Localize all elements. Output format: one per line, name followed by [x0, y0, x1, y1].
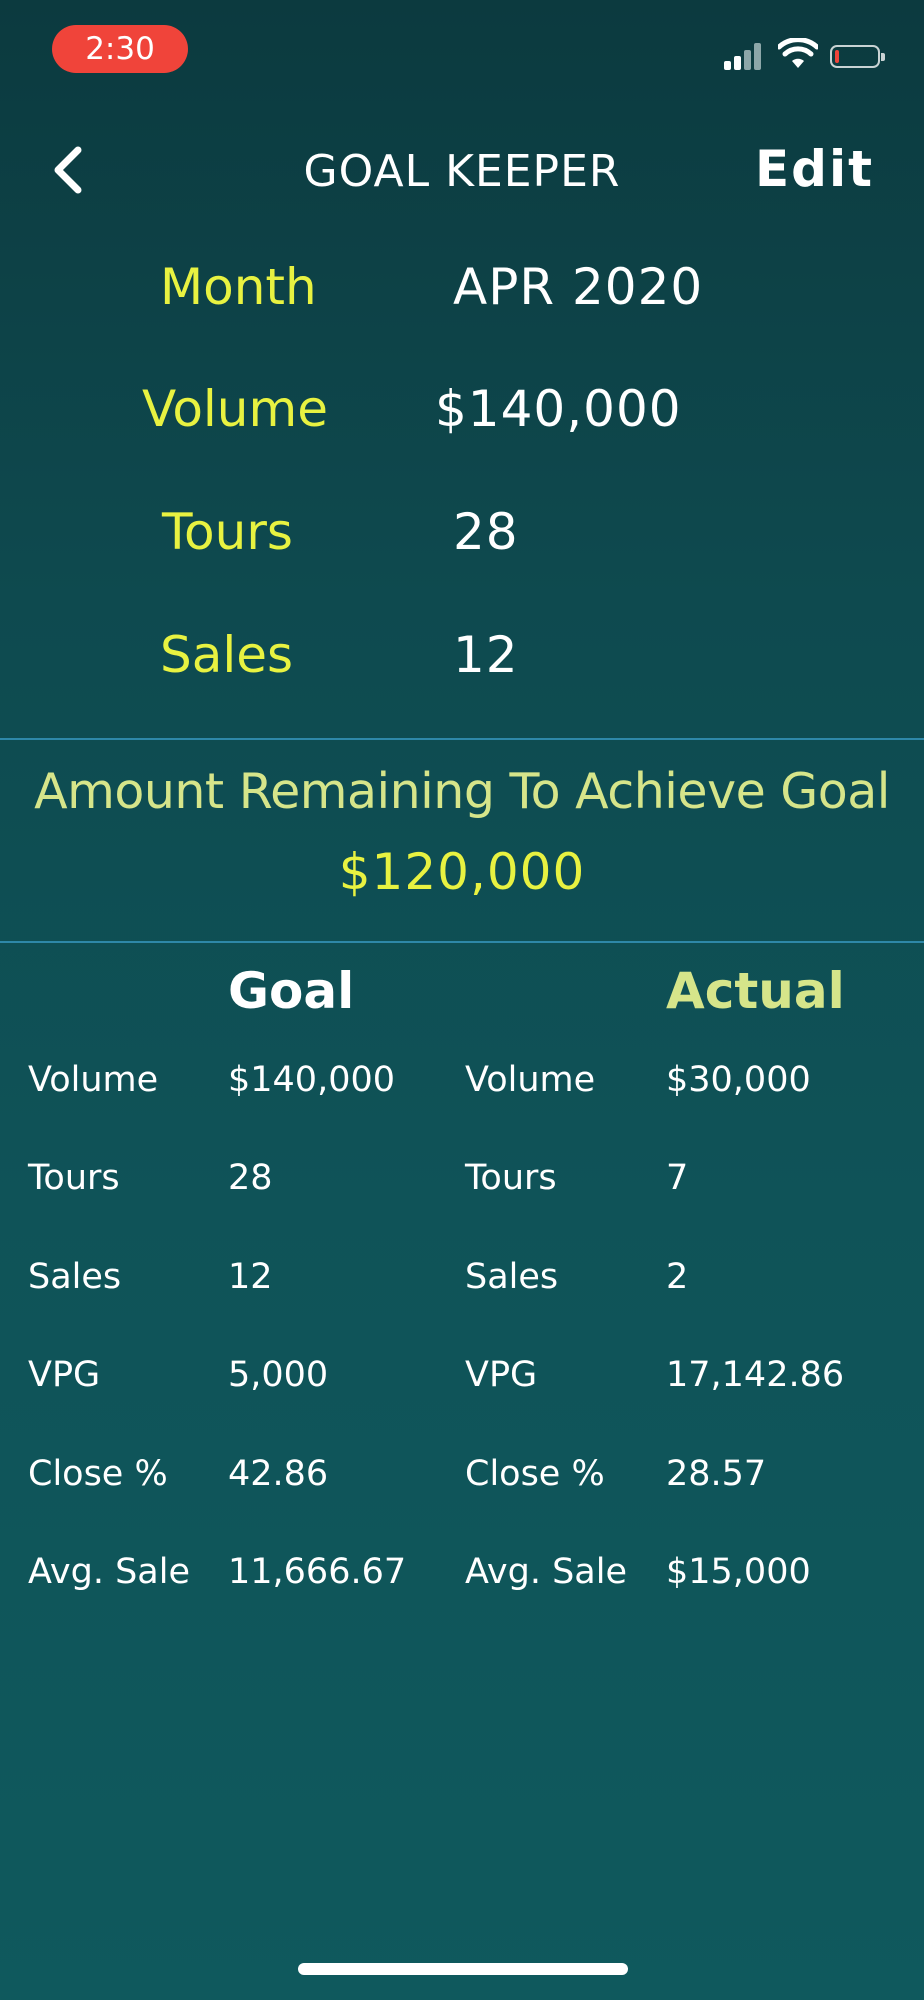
- actual-stat-label: Close %: [465, 1454, 605, 1494]
- tours-label: Tours: [162, 503, 293, 561]
- navigation-bar: GOAL KEEPER Edit: [0, 120, 924, 220]
- wifi-icon: [778, 38, 818, 68]
- sales-value: 12: [453, 626, 519, 684]
- battery-level: [835, 50, 839, 63]
- goal-stat-label: Sales: [28, 1257, 122, 1297]
- actual-column-header: Actual: [666, 962, 845, 1020]
- actual-stat-value: 2: [666, 1257, 689, 1297]
- goal-month-row: Month APR 2020: [0, 258, 924, 338]
- actual-stat-label: Volume: [465, 1060, 596, 1100]
- goal-stat-value: 12: [228, 1257, 273, 1297]
- goal-stat-value: 28: [228, 1158, 273, 1198]
- volume-value: $140,000: [435, 380, 682, 438]
- battery-low-icon: [830, 45, 885, 68]
- actual-stat-value: 17,142.86: [666, 1355, 845, 1395]
- goal-stat-label: Tours: [28, 1158, 120, 1198]
- divider-top: [0, 738, 924, 740]
- actual-stat-value: $15,000: [666, 1552, 811, 1592]
- goal-stat-value: 42.86: [228, 1454, 329, 1494]
- goal-stat-label: Volume: [28, 1060, 159, 1100]
- goal-column-header: Goal: [228, 962, 355, 1020]
- status-time[interactable]: 2:30: [52, 25, 188, 73]
- goal-stat-label: VPG: [28, 1355, 101, 1395]
- volume-label: Volume: [142, 380, 328, 438]
- edit-button[interactable]: Edit: [755, 140, 874, 198]
- status-bar: 2:30: [0, 0, 924, 100]
- cellular-signal-icon: [724, 40, 768, 70]
- actual-stat-label: Tours: [465, 1158, 557, 1198]
- goal-sales-row: Sales 12: [0, 626, 924, 706]
- tours-value: 28: [453, 503, 519, 561]
- sales-label: Sales: [160, 626, 294, 684]
- home-indicator[interactable]: [298, 1963, 628, 1975]
- goal-stat-label: Close %: [28, 1454, 168, 1494]
- actual-stat-label: Sales: [465, 1257, 559, 1297]
- month-value: APR 2020: [453, 258, 704, 316]
- goal-stat-value: $140,000: [228, 1060, 396, 1100]
- actual-stat-label: Avg. Sale: [465, 1552, 627, 1592]
- goal-stat-label: Avg. Sale: [28, 1552, 190, 1592]
- goal-tours-row: Tours 28: [0, 503, 924, 583]
- remaining-title: Amount Remaining To Achieve Goal: [34, 763, 890, 820]
- actual-stat-value: 28.57: [666, 1454, 767, 1494]
- goal-stat-value: 11,666.67: [228, 1552, 407, 1592]
- month-label: Month: [160, 258, 317, 316]
- actual-stat-label: VPG: [465, 1355, 538, 1395]
- actual-stat-value: $30,000: [666, 1060, 811, 1100]
- goal-volume-row: Volume $140,000: [0, 380, 924, 460]
- goal-stat-value: 5,000: [228, 1355, 329, 1395]
- divider-bottom: [0, 941, 924, 943]
- actual-stat-value: 7: [666, 1158, 689, 1198]
- remaining-amount: $120,000: [338, 843, 586, 901]
